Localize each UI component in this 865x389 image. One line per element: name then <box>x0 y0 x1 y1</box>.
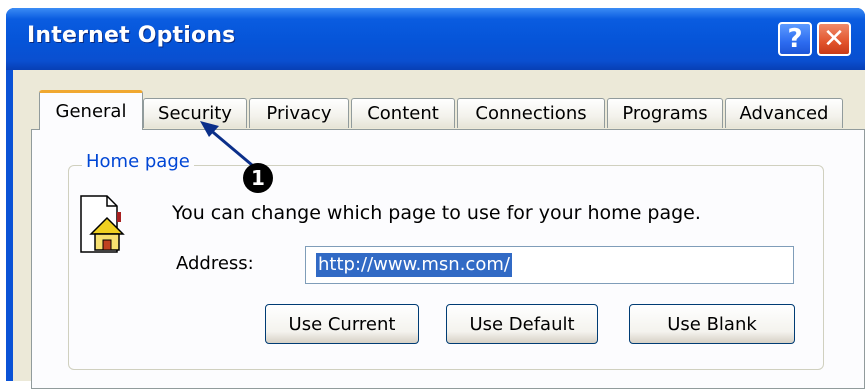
tab-general[interactable]: General <box>39 90 143 130</box>
home-page-group: Home page You can change which page to u… <box>68 151 824 370</box>
general-tab-panel: Home page You can change which page to u… <box>31 129 865 389</box>
tab-programs[interactable]: Programs <box>607 98 723 128</box>
window-title: Internet Options <box>27 23 236 48</box>
dialog-body: General Security Privacy Content Connect… <box>13 70 865 389</box>
help-button[interactable]: ? <box>778 22 812 56</box>
use-current-button[interactable]: Use Current <box>265 304 419 344</box>
address-input[interactable]: http://www.msn.com/ <box>305 246 794 284</box>
tab-advanced[interactable]: Advanced <box>725 98 843 128</box>
help-icon: ? <box>787 24 803 54</box>
internet-options-window: Internet Options ? ✕ General Security Pr… <box>6 8 865 389</box>
use-default-button[interactable]: Use Default <box>446 304 598 344</box>
close-button[interactable]: ✕ <box>817 22 851 56</box>
tab-connections[interactable]: Connections <box>457 98 605 128</box>
tab-content[interactable]: Content <box>351 98 455 128</box>
home-page-description: You can change which page to use for you… <box>172 202 701 224</box>
home-page-icon <box>80 195 125 253</box>
use-blank-button[interactable]: Use Blank <box>629 304 795 344</box>
title-bar[interactable]: Internet Options ? ✕ <box>6 8 865 70</box>
address-label: Address: <box>176 253 254 274</box>
tab-privacy[interactable]: Privacy <box>249 98 349 128</box>
address-value: http://www.msn.com/ <box>316 253 512 277</box>
step-callout: 1 <box>243 163 273 193</box>
tab-security[interactable]: Security <box>143 98 247 128</box>
close-icon: ✕ <box>823 24 845 54</box>
home-page-group-label: Home page <box>82 151 194 172</box>
